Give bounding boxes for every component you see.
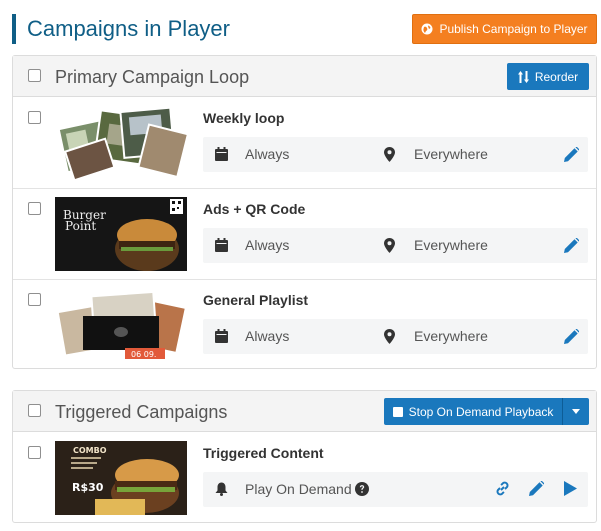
map-marker-icon bbox=[384, 147, 395, 162]
campaign-thumbnail: Burger Point bbox=[55, 197, 187, 271]
pencil-icon[interactable] bbox=[564, 238, 579, 253]
location-text: Everywhere bbox=[414, 328, 488, 344]
page-header: Campaigns in Player Publish Campaign to … bbox=[12, 14, 597, 46]
svg-text:R$30: R$30 bbox=[72, 481, 104, 494]
stop-on-demand-label: Stop On Demand Playback bbox=[408, 404, 554, 419]
globe-icon bbox=[421, 23, 433, 35]
campaign-name: Triggered Content bbox=[203, 445, 324, 461]
campaign-schedule-info: Always Everywhere bbox=[203, 137, 588, 172]
select-all-triggered-checkbox[interactable] bbox=[28, 404, 41, 417]
question-circle-icon[interactable] bbox=[355, 482, 369, 496]
primary-campaign-panel: Primary Campaign Loop Reorder Weekly loo… bbox=[12, 55, 597, 369]
calendar-icon bbox=[215, 329, 228, 343]
row-checkbox[interactable] bbox=[28, 446, 41, 459]
chevron-down-icon bbox=[572, 409, 580, 414]
sort-icon bbox=[517, 70, 529, 83]
campaign-name: Weekly loop bbox=[203, 110, 285, 126]
location-text: Everywhere bbox=[414, 237, 488, 253]
campaign-trigger-info: Play On Demand bbox=[203, 472, 588, 507]
svg-text:06 09.: 06 09. bbox=[131, 350, 156, 359]
schedule-text: Always bbox=[245, 328, 290, 344]
play-icon[interactable] bbox=[564, 481, 577, 496]
campaign-name: Ads + QR Code bbox=[203, 201, 306, 217]
svg-text:COMBO: COMBO bbox=[73, 446, 107, 455]
publish-campaign-label: Publish Campaign to Player bbox=[439, 22, 588, 36]
campaign-row-triggered-content[interactable]: COMBO R$30 Triggered Content Play On Dem… bbox=[13, 433, 596, 524]
campaign-row-general-playlist[interactable]: 06 09. General Playlist Always Everywher… bbox=[13, 280, 596, 371]
page-title: Campaigns in Player bbox=[12, 14, 230, 44]
calendar-icon bbox=[215, 238, 228, 252]
campaign-schedule-info: Always Everywhere bbox=[203, 228, 588, 263]
calendar-icon bbox=[215, 147, 228, 161]
campaign-schedule-info: Always Everywhere bbox=[203, 319, 588, 354]
campaign-thumbnail bbox=[55, 106, 187, 180]
schedule-text: Always bbox=[245, 237, 290, 253]
row-checkbox[interactable] bbox=[28, 111, 41, 124]
link-icon[interactable] bbox=[495, 481, 510, 496]
pencil-icon[interactable] bbox=[564, 329, 579, 344]
triggered-campaign-title: Triggered Campaigns bbox=[55, 402, 228, 422]
stop-on-demand-split-button: Stop On Demand Playback bbox=[384, 398, 589, 425]
bell-icon bbox=[215, 482, 228, 496]
svg-text:Point: Point bbox=[65, 219, 96, 233]
campaign-thumbnail: 06 09. bbox=[55, 288, 187, 362]
stop-on-demand-dropdown-toggle[interactable] bbox=[562, 398, 589, 425]
campaign-thumbnail: COMBO R$30 bbox=[55, 441, 187, 515]
campaign-name: General Playlist bbox=[203, 292, 309, 308]
trigger-text: Play On Demand bbox=[245, 481, 352, 497]
campaign-row-weekly-loop[interactable]: Weekly loop Always Everywhere bbox=[13, 98, 596, 189]
schedule-text: Always bbox=[245, 146, 290, 162]
map-marker-icon bbox=[384, 329, 395, 344]
reorder-button[interactable]: Reorder bbox=[507, 63, 589, 90]
row-checkbox[interactable] bbox=[28, 293, 41, 306]
primary-campaign-title: Primary Campaign Loop bbox=[55, 67, 250, 87]
pencil-icon[interactable] bbox=[564, 147, 579, 162]
location-text: Everywhere bbox=[414, 146, 488, 162]
select-all-primary-checkbox[interactable] bbox=[28, 69, 41, 82]
map-marker-icon bbox=[384, 238, 395, 253]
triggered-campaign-header: Triggered Campaigns Stop On Demand Playb… bbox=[13, 391, 596, 432]
primary-campaign-header: Primary Campaign Loop Reorder bbox=[13, 56, 596, 97]
stop-icon bbox=[392, 406, 403, 417]
campaign-row-ads-qr-code[interactable]: Burger Point Ads + QR Code Always Everyw… bbox=[13, 189, 596, 280]
publish-campaign-button[interactable]: Publish Campaign to Player bbox=[412, 14, 597, 44]
row-checkbox[interactable] bbox=[28, 202, 41, 215]
reorder-label: Reorder bbox=[534, 69, 579, 84]
triggered-campaign-panel: Triggered Campaigns Stop On Demand Playb… bbox=[12, 390, 597, 523]
stop-on-demand-button[interactable]: Stop On Demand Playback bbox=[384, 398, 562, 425]
pencil-icon[interactable] bbox=[529, 481, 544, 496]
